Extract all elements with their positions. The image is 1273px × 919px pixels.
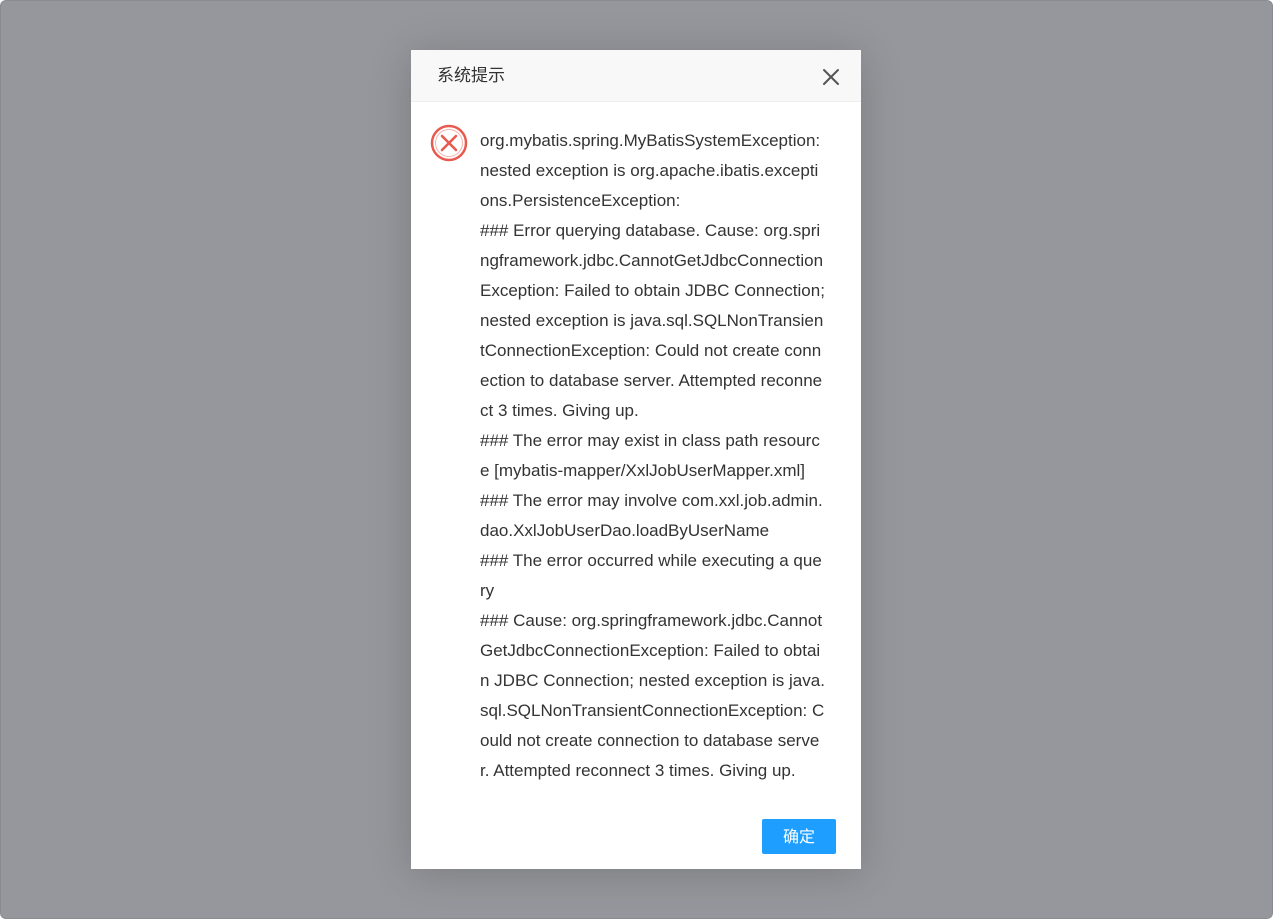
- message-line: Exception: Failed to obtain JDBC Connect…: [480, 281, 825, 300]
- message-line: ### The error may exist in class path re…: [480, 431, 820, 450]
- dialog-header: 系统提示: [411, 50, 861, 102]
- message-line: nested exception is java.sql.SQLNonTrans…: [480, 311, 824, 330]
- message-line: nested exception is org.apache.ibatis.ex…: [480, 161, 819, 180]
- message-line: ection to database server. Attempted rec…: [480, 371, 823, 390]
- error-dialog: 系统提示 org.mybatis.spring.MyBatisSystemExc…: [411, 50, 861, 869]
- message-line: r. Attempted reconnect 3 times. Giving u…: [480, 761, 796, 780]
- message-line: tConnectionException: Could not create c…: [480, 341, 822, 360]
- close-icon[interactable]: [822, 68, 840, 86]
- message-line: GetJdbcConnectionException: Failed to ob…: [480, 641, 821, 660]
- message-line: ould not create connection to database s…: [480, 731, 820, 750]
- message-line: e [mybatis-mapper/XxlJobUserMapper.xml]: [480, 461, 806, 480]
- message-line: ### The error may involve com.xxl.job.ad…: [480, 491, 823, 510]
- message-line: dao.XxlJobUserDao.loadByUserName: [480, 521, 770, 540]
- message-line: ngframework.jdbc.CannotGetJdbcConnection: [480, 251, 824, 270]
- ok-button[interactable]: 确定: [762, 819, 836, 854]
- message-line: ry: [480, 581, 495, 600]
- message-line: ct 3 times. Giving up.: [480, 401, 639, 420]
- error-message: org.mybatis.spring.MyBatisSystemExceptio…: [480, 126, 840, 786]
- message-line: n JDBC Connection; nested exception is j…: [480, 671, 825, 690]
- message-line: ### The error occurred while executing a…: [480, 551, 822, 570]
- message-line: ### Cause: org.springframework.jdbc.Cann…: [480, 611, 823, 630]
- message-line: org.mybatis.spring.MyBatisSystemExceptio…: [480, 131, 821, 150]
- message-line: ons.PersistenceException:: [480, 191, 681, 210]
- error-circle-icon: [430, 124, 468, 162]
- message-line: ### Error querying database. Cause: org.…: [480, 221, 821, 240]
- dialog-title: 系统提示: [437, 66, 505, 86]
- message-line: sql.SQLNonTransientConnectionException: …: [480, 701, 825, 720]
